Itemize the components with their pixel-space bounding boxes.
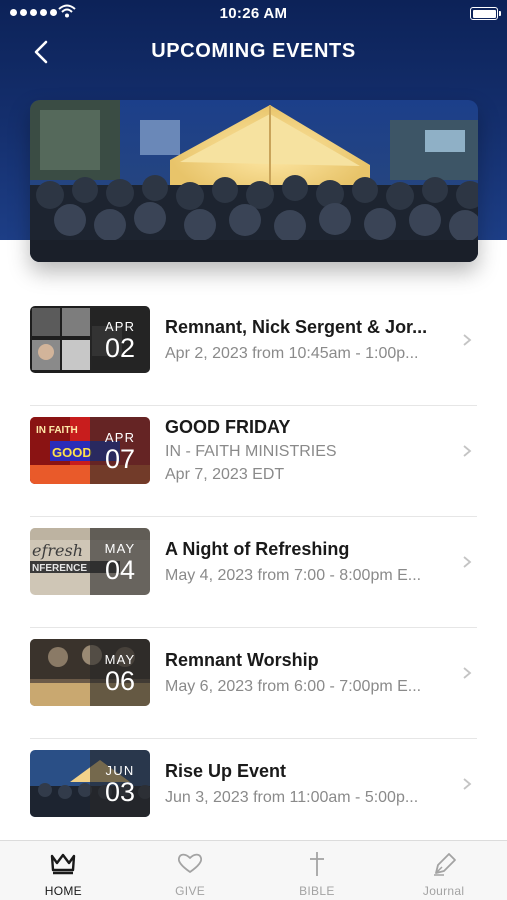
date-month: APR xyxy=(104,319,136,334)
battery-icon xyxy=(470,7,501,20)
tab-bible[interactable]: BIBLE xyxy=(254,841,381,900)
tab-label: Journal xyxy=(422,884,465,898)
tab-label: BIBLE xyxy=(299,884,335,898)
refresh-conference-poster-thumbnail: efresh NFERENCE MAY 04 xyxy=(30,528,150,595)
chevron-right-icon xyxy=(463,556,472,568)
date-badge: APR 07 xyxy=(90,417,150,484)
event-organizer: IN - FAITH MINISTRIES xyxy=(165,443,337,460)
event-title: GOOD FRIDAY xyxy=(165,417,291,437)
hero-image xyxy=(30,100,478,262)
tab-label: GIVE xyxy=(175,884,206,898)
event-title: Remnant, Nick Sergent & Jor... xyxy=(165,317,428,337)
svg-text:GOOD: GOOD xyxy=(52,445,92,460)
date-day: 03 xyxy=(104,777,136,807)
date-month: JUN xyxy=(105,763,135,778)
date-badge: MAY 06 xyxy=(90,639,150,706)
date-day: 04 xyxy=(104,555,136,585)
tab-label: HOME xyxy=(44,884,82,898)
date-month: APR xyxy=(104,430,136,445)
page-title: UPCOMING EVENTS xyxy=(151,40,356,62)
pen-icon xyxy=(433,853,456,876)
status-time: 10:26 AM xyxy=(219,5,288,22)
date-month: MAY xyxy=(104,652,136,667)
date-day: 07 xyxy=(104,444,136,474)
event-date: Apr 7, 2023 EDT xyxy=(165,466,285,483)
date-badge: MAY 04 xyxy=(90,528,150,595)
event-date: May 6, 2023 from 6:00 - 7:00pm E... xyxy=(165,678,422,695)
tab-bar: HOME GIVE BIBLE Journal xyxy=(0,840,507,900)
chevron-right-icon xyxy=(463,667,472,679)
event-title: Rise Up Event xyxy=(165,761,287,781)
good-friday-poster-thumbnail: IN FAITH GOOD APR 07 xyxy=(30,417,150,484)
event-row[interactable]: APR 02 Remnant, Nick Sergent & Jor... Ap… xyxy=(30,295,477,406)
status-bar: 10:26 AM xyxy=(0,0,507,28)
chevron-right-icon xyxy=(463,778,472,790)
event-date: Jun 3, 2023 from 11:00am - 5:00p... xyxy=(165,789,419,806)
heart-icon xyxy=(178,853,203,873)
tab-journal[interactable]: Journal xyxy=(380,841,507,900)
svg-text:NFERENCE: NFERENCE xyxy=(32,563,87,574)
event-row[interactable]: efresh NFERENCE MAY 04 A Night of Refres… xyxy=(30,517,477,628)
event-title: A Night of Refreshing xyxy=(165,539,350,559)
date-badge: JUN 03 xyxy=(90,750,150,817)
worship-poster-thumbnail: MAY 06 xyxy=(30,639,150,706)
date-month: MAY xyxy=(104,541,136,556)
tab-home[interactable]: HOME xyxy=(0,841,127,900)
crown-icon xyxy=(51,853,76,875)
chevron-right-icon xyxy=(463,334,472,346)
svg-text:IN FAITH: IN FAITH xyxy=(36,425,78,436)
tab-give[interactable]: GIVE xyxy=(127,841,254,900)
event-date: May 4, 2023 from 7:00 - 8:00pm E... xyxy=(165,567,422,584)
cross-icon xyxy=(309,852,324,876)
date-day: 02 xyxy=(104,333,136,363)
event-title: Remnant Worship xyxy=(165,650,319,670)
event-row[interactable]: IN FAITH GOOD APR 07 GOOD FRIDAY IN - FA… xyxy=(30,406,477,517)
date-day: 06 xyxy=(104,666,136,696)
event-date: Apr 2, 2023 from 10:45am - 1:00p... xyxy=(165,345,419,362)
date-badge: APR 02 xyxy=(90,306,150,373)
event-row[interactable]: JUN 03 Rise Up Event Jun 3, 2023 from 11… xyxy=(30,739,477,850)
concert-poster-thumbnail: APR 02 xyxy=(30,306,150,373)
svg-text:efresh: efresh xyxy=(32,541,83,560)
chevron-right-icon xyxy=(463,445,472,457)
tent-crowd-photo-thumbnail: JUN 03 xyxy=(30,750,150,817)
events-list: APR 02 Remnant, Nick Sergent & Jor... Ap… xyxy=(30,295,477,850)
event-row[interactable]: MAY 06 Remnant Worship May 6, 2023 from … xyxy=(30,628,477,739)
